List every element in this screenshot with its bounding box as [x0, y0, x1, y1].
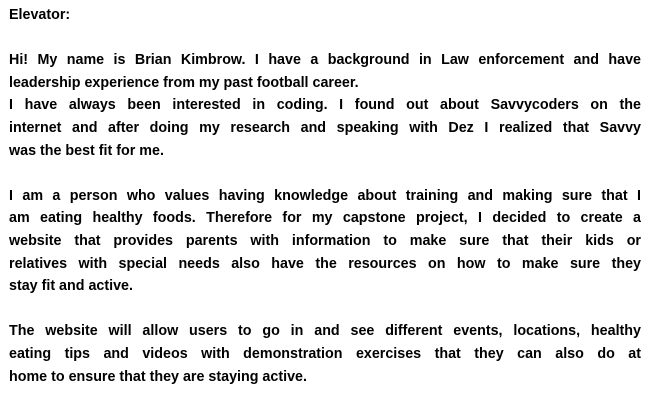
document-body: Elevator: Hi! My name is Brian Kimbrow. …: [9, 4, 641, 388]
text-line: website that provides parents with infor…: [9, 232, 641, 249]
text-line: eating tips and videos with demonstratio…: [9, 345, 641, 362]
paragraph-capstone: I am a person who values having knowledg…: [9, 185, 641, 298]
paragraph-intro: Hi! My name is Brian Kimbrow. I have a b…: [9, 49, 641, 162]
text-line: internet and after doing my research and…: [9, 119, 641, 136]
text-line: am eating healthy foods. Therefore for m…: [9, 210, 641, 227]
text-line: leadership experience from my past footb…: [9, 74, 359, 91]
paragraph-website: The website will allow users to go in an…: [9, 320, 641, 388]
text-line: stay fit and active.: [9, 278, 133, 295]
text-line: was the best fit for me.: [9, 142, 164, 159]
text-line: The website will allow users to go in an…: [9, 323, 641, 340]
text-line: Hi! My name is Brian Kimbrow. I have a b…: [9, 52, 641, 69]
document-heading: Elevator:: [9, 7, 71, 23]
text-line: relatives with special needs also have t…: [9, 255, 641, 272]
text-line: home to ensure that they are staying act…: [9, 368, 307, 385]
text-line: I have always been interested in coding.…: [9, 97, 641, 114]
text-line: I am a person who values having knowledg…: [9, 187, 641, 204]
